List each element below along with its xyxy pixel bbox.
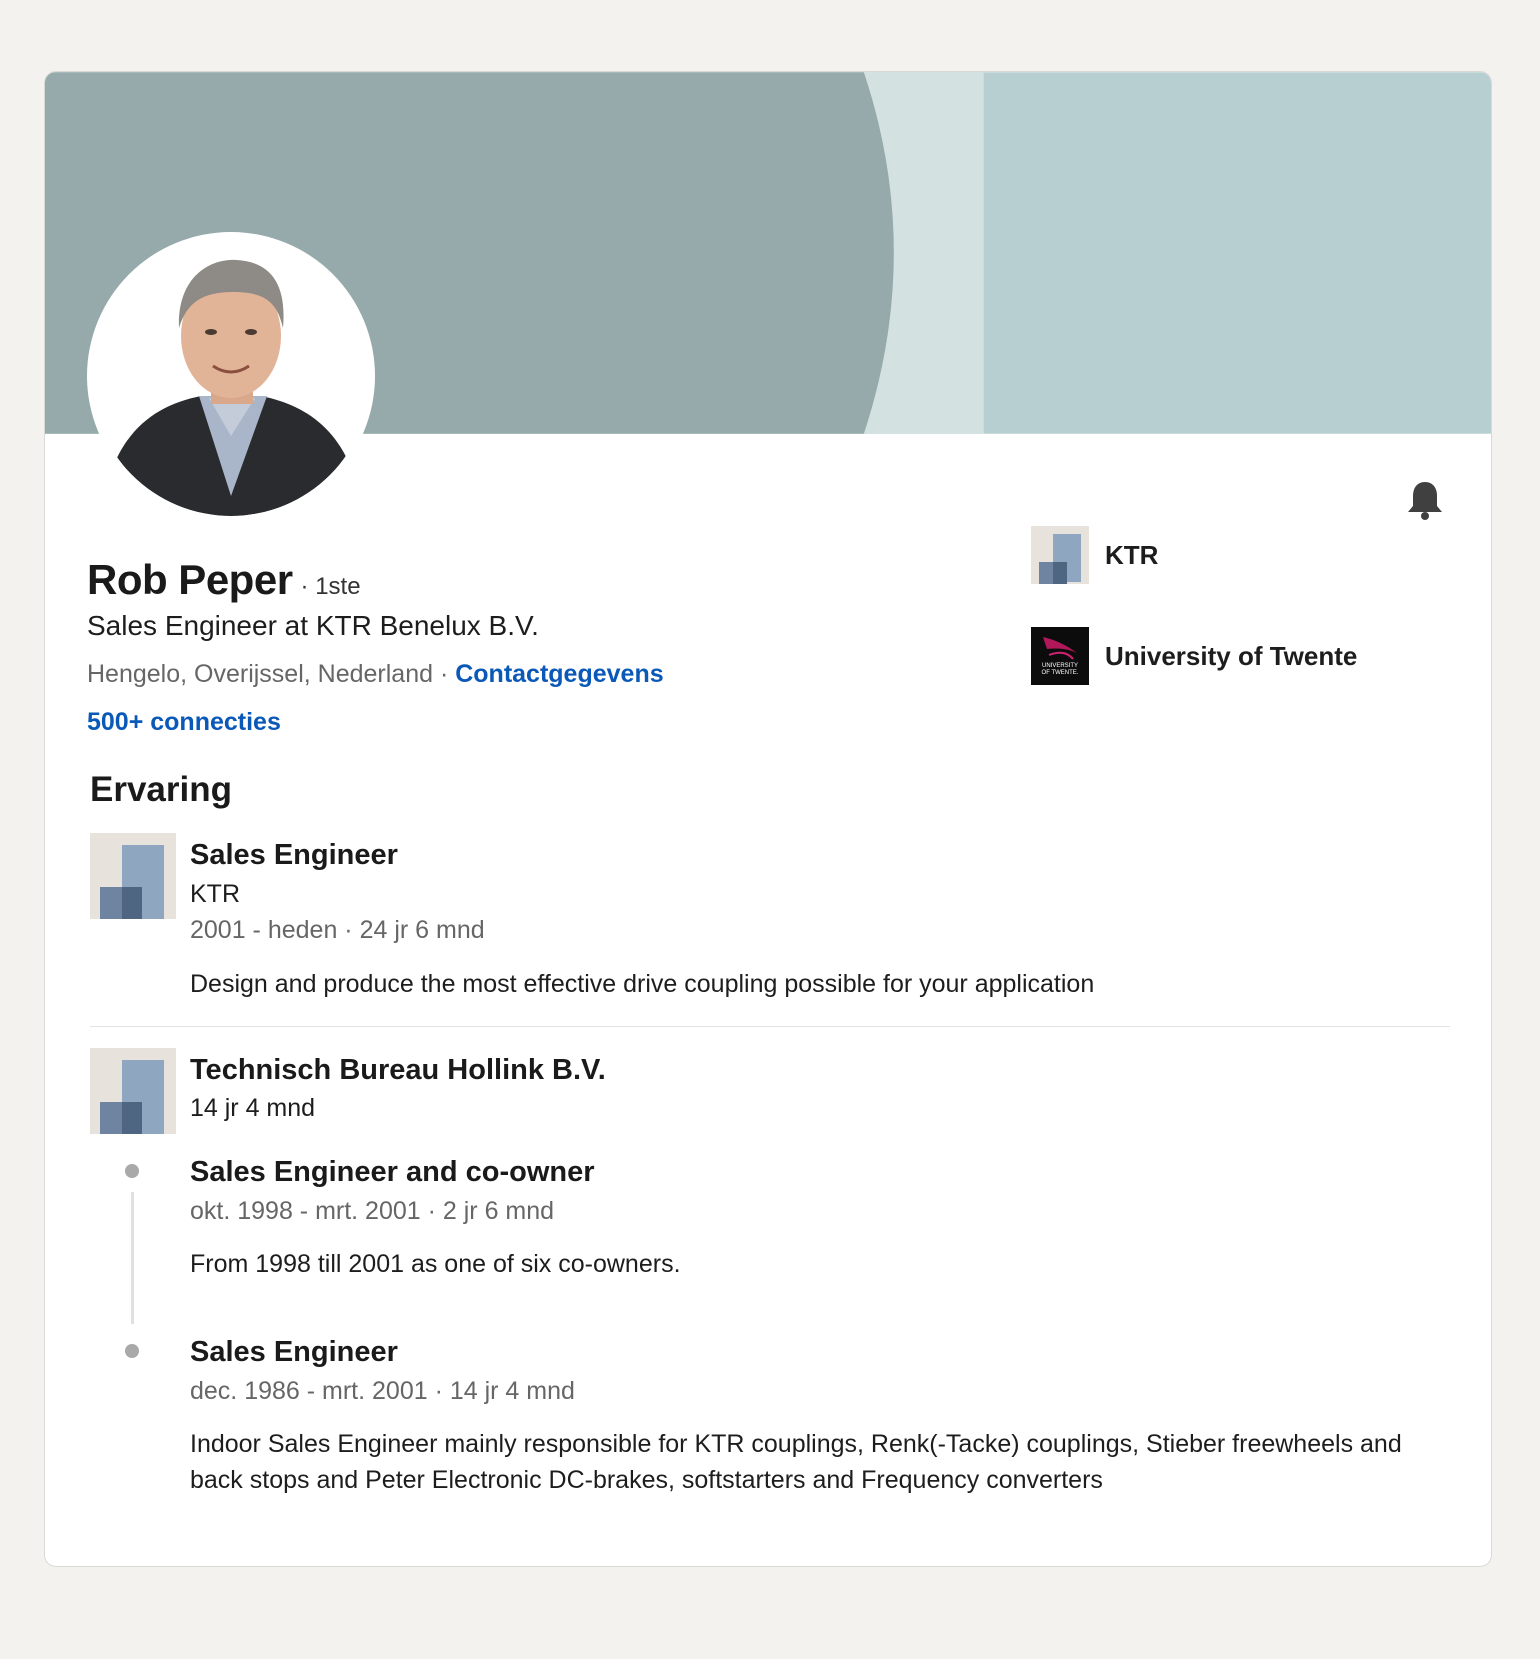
timeline-line: [131, 1192, 134, 1324]
position-dates: okt. 1998 - mrt. 2001 · 2 jr 6 mnd: [190, 1197, 555, 1225]
experience-group-duration: 14 jr 4 mnd: [190, 1094, 316, 1122]
position-role[interactable]: Sales Engineer and co-owner: [190, 1156, 595, 1189]
profile-name: Rob Peper: [87, 556, 293, 603]
university-logo-text-2: OF TWENTE.: [1042, 670, 1079, 676]
connection-degree: · 1ste: [300, 573, 361, 600]
connections-link[interactable]: 500+ connecties: [87, 708, 281, 737]
university-logo-icon: UNIVERSITY OF TWENTE.: [1031, 627, 1089, 685]
company-logo-icon[interactable]: [90, 1048, 176, 1134]
affiliation-university[interactable]: UNIVERSITY OF TWENTE. University of Twen…: [1031, 627, 1357, 685]
position-role[interactable]: Sales Engineer: [190, 1336, 398, 1369]
company-logo-icon[interactable]: [90, 833, 176, 919]
notification-bell-icon[interactable]: [1403, 478, 1447, 522]
profile-photo[interactable]: [87, 232, 375, 520]
experience-description: Design and produce the most effective dr…: [190, 970, 1095, 998]
contact-info-link[interactable]: Contactgegevens: [455, 660, 663, 688]
position-dates: dec. 1986 - mrt. 2001 · 14 jr 4 mnd: [190, 1377, 575, 1405]
company-logo-icon: [1031, 526, 1089, 584]
experience-company: KTR: [190, 880, 240, 908]
affiliation-ktr[interactable]: KTR: [1031, 526, 1158, 584]
experience-dates: 2001 - heden · 24 jr 6 mnd: [190, 916, 485, 944]
name-row: Rob Peper · 1ste: [87, 556, 361, 604]
experience-divider: [90, 1026, 1450, 1027]
separator: ·: [433, 660, 456, 688]
position-description: From 1998 till 2001 as one of six co-own…: [190, 1250, 681, 1278]
experience-role[interactable]: Sales Engineer: [190, 839, 398, 872]
profile-location: Hengelo, Overijssel, Nederland: [87, 660, 434, 688]
profile-headline: Sales Engineer at KTR Benelux B.V.: [87, 610, 539, 641]
experience-group-company[interactable]: Technisch Bureau Hollink B.V.: [190, 1054, 606, 1087]
profile-card: Rob Peper · 1ste Sales Engineer at KTR B…: [44, 71, 1492, 1567]
timeline-dot: [125, 1164, 139, 1178]
timeline-dot: [125, 1344, 139, 1358]
affiliation-label: KTR: [1105, 539, 1159, 570]
university-logo-text-1: UNIVERSITY: [1042, 663, 1078, 669]
experience-title: Ervaring: [90, 770, 232, 809]
position-description: Indoor Sales Engineer mainly responsible…: [190, 1430, 1402, 1494]
location-row: Hengelo, Overijssel, Nederland · Contact…: [87, 660, 664, 689]
affiliation-label: University of Twente: [1105, 640, 1358, 671]
